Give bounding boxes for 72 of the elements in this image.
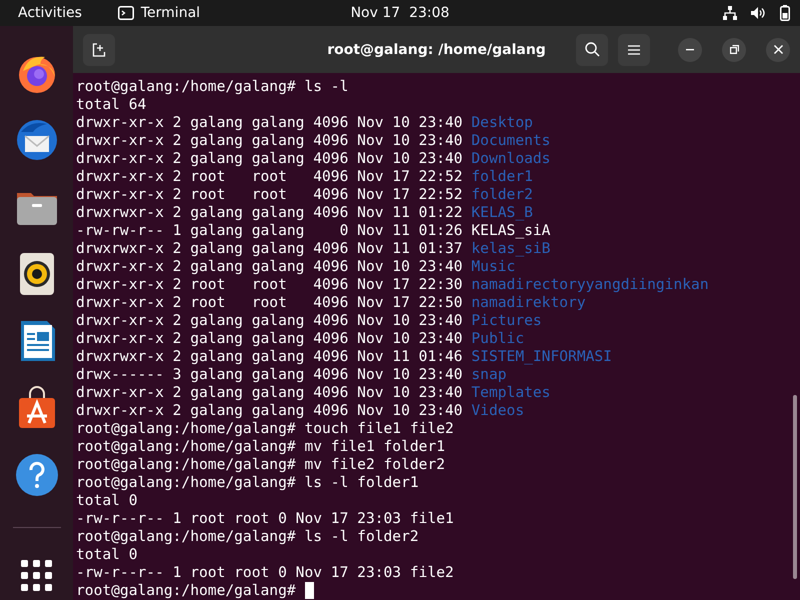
network-icon[interactable]: [723, 6, 737, 20]
file-details: drwx------ 3 galang galang 4096 Nov 10 23:40: [76, 366, 463, 384]
maximize-button[interactable]: [722, 38, 746, 62]
file-name: snap: [471, 366, 507, 384]
command-line: root@galang:/home/galang# mv file2 folder2: [76, 456, 446, 474]
scrollbar[interactable]: [793, 395, 797, 579]
file-details: drwxr-xr-x 2 root root 4096 Nov 17 22:52: [76, 186, 463, 204]
file-name: Documents: [471, 132, 550, 150]
bird-envelope-icon: [14, 118, 58, 162]
file-name: Public: [471, 330, 524, 348]
text-cursor: [304, 582, 314, 599]
command-line: root@galang:/home/galang# touch file1 file2: [76, 420, 454, 438]
file-name: Music: [471, 258, 516, 276]
file-name: folder2: [471, 186, 533, 204]
command-line: root@galang:/home/galang# ls -l folder2: [76, 528, 419, 546]
battery-icon[interactable]: [780, 5, 790, 21]
file-name: KELAS_siA: [471, 222, 550, 240]
menu-button[interactable]: [618, 34, 650, 66]
command-line: root@galang:/home/galang# ls -l folder1: [76, 474, 419, 492]
grid-icon: [20, 560, 52, 592]
clock[interactable]: Nov 17 23:08: [350, 5, 450, 21]
file-details: drwxr-xr-x 2 galang galang 4096 Nov 10 23:40: [76, 150, 463, 168]
file-name: namadirektory: [471, 294, 586, 312]
file-details: drwxr-xr-x 2 galang galang 4096 Nov 10 23:40: [76, 384, 463, 402]
close-button[interactable]: [766, 38, 790, 62]
file-details: -rw-rw-r-- 1 galang galang 0 Nov 11 01:26: [76, 222, 463, 240]
new-tab-button[interactable]: [83, 34, 115, 66]
help-icon: [14, 453, 58, 497]
minimize-icon: [686, 48, 694, 50]
command-line: root@galang:/home/galang# mv file1 folder1: [76, 438, 446, 456]
file-details: drwxr-xr-x 2 galang galang 4096 Nov 10 23:40: [76, 132, 463, 150]
file-details: drwxrwxr-x 2 galang galang 4096 Nov 11 01:37: [76, 240, 463, 258]
activities-button[interactable]: Activities: [18, 5, 82, 21]
output-line: -rw-r--r-- 1 root root 0 Nov 17 23:03 file1: [76, 510, 454, 528]
terminal-icon: [118, 6, 134, 20]
file-details: drwxr-xr-x 2 galang galang 4096 Nov 10 23:40: [76, 258, 463, 276]
file-name: Videos: [471, 402, 524, 420]
close-icon: [774, 45, 782, 54]
output-line: total 0: [76, 492, 138, 510]
app-menu-label[interactable]: Terminal: [140, 5, 200, 21]
file-name: KELAS_B: [471, 204, 533, 222]
output-line: total 0: [76, 546, 138, 564]
file-details: drwxr-xr-x 2 galang galang 4096 Nov 10 23:40: [76, 114, 463, 132]
search-icon: [584, 42, 600, 57]
file-details: drwxr-xr-x 2 root root 4096 Nov 17 22:30: [76, 276, 463, 294]
file-name: Pictures: [471, 312, 542, 330]
volume-icon[interactable]: [751, 6, 766, 20]
window-title: root@galang: /home/galang: [327, 42, 546, 58]
file-name: Desktop: [471, 114, 533, 132]
command-line: root@galang:/home/galang# ls -l: [76, 78, 348, 96]
file-name: namadirectoryyangdiinginkan: [471, 276, 709, 294]
file-details: drwxr-xr-x 2 galang galang 4096 Nov 10 23:40: [76, 312, 463, 330]
menu-icon: [628, 44, 640, 54]
file-name: Templates: [471, 384, 550, 402]
command-prompt: root@galang:/home/galang#: [76, 582, 296, 600]
file-details: drwxrwxr-x 2 galang galang 4096 Nov 11 01:22: [76, 204, 463, 222]
file-name: kelas_siB: [471, 240, 550, 258]
file-details: drwxrwxr-x 2 galang galang 4096 Nov 11 01:46: [76, 348, 463, 366]
file-details: drwxr-xr-x 2 root root 4096 Nov 17 22:52: [76, 168, 463, 186]
file-name: SISTEM_INFORMASI: [471, 348, 612, 366]
file-details: drwxr-xr-x 2 root root 4096 Nov 17 22:50: [76, 294, 463, 312]
file-name: folder1: [471, 168, 533, 186]
file-details: drwxr-xr-x 2 galang galang 4096 Nov 10 23:40: [76, 330, 463, 348]
dock-app[interactable]: [14, 452, 60, 498]
search-button[interactable]: [576, 34, 608, 66]
restore-icon: [730, 45, 738, 54]
file-name: Downloads: [471, 150, 550, 168]
output-line: total 64: [76, 96, 146, 114]
output-line: -rw-r--r-- 1 root root 0 Nov 17 23:03 file2: [76, 564, 454, 582]
file-details: drwxr-xr-x 2 galang galang 4096 Nov 10 23:40: [76, 402, 463, 420]
minimize-button[interactable]: [678, 38, 702, 62]
new-tab-icon: [92, 42, 106, 56]
